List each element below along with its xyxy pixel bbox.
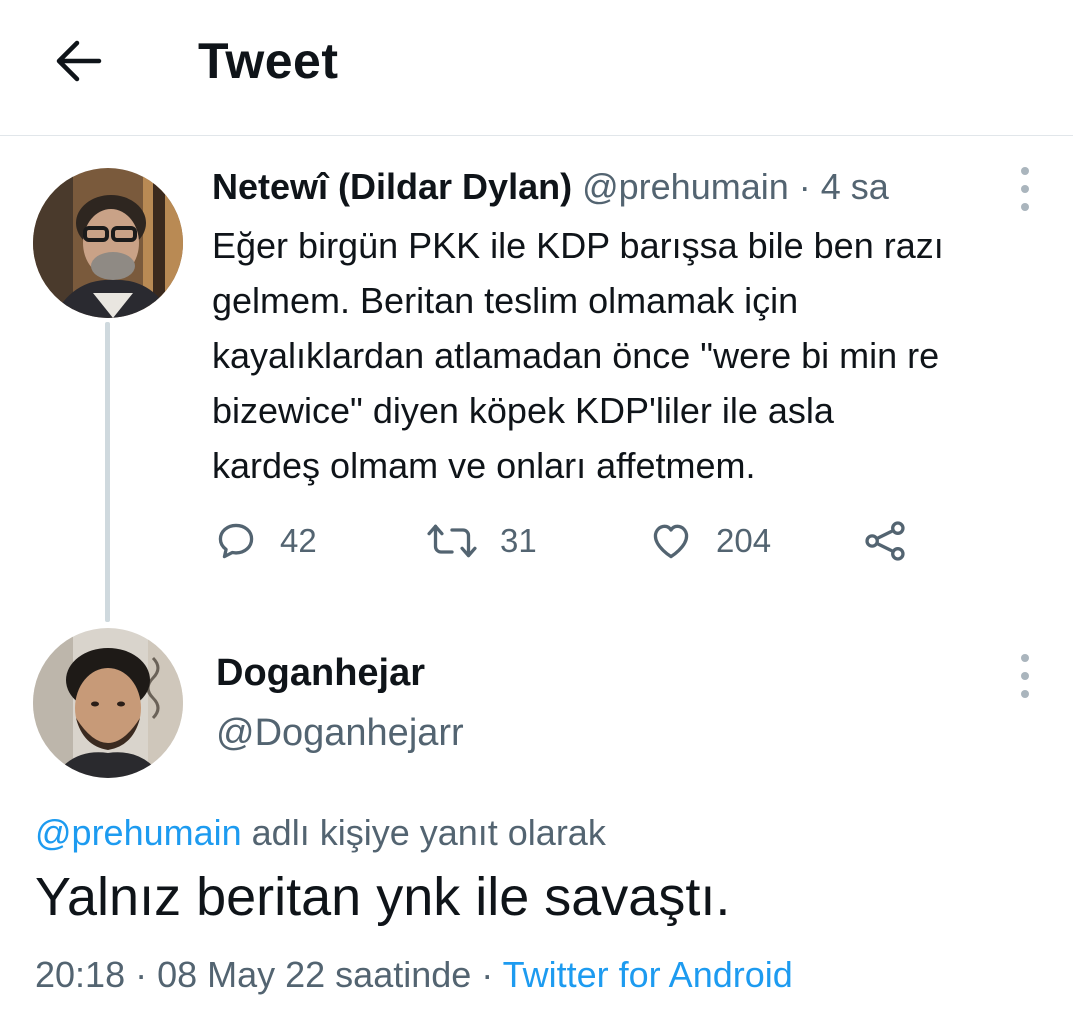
tweet-source-link[interactable]: Twitter for Android [503,954,793,995]
avatar-prehumain[interactable] [33,168,183,318]
reply-count: 42 [280,522,317,559]
reply-more-options-icon[interactable] [1015,654,1035,698]
replying-to-line: @prehumain adlı kişiye yanıt olarak [35,812,606,854]
retweet-icon [427,524,477,558]
parent-separator: · [788,166,821,207]
share-button[interactable] [862,516,908,566]
parent-text-line: bizewice" diyen köpek KDP'liler ile asla [212,390,834,431]
replying-to-suffix: adlı kişiye yanıt olarak [241,812,606,853]
parent-text-line: kayalıklardan atlamadan önce "were bi mi… [212,335,940,376]
thread-connector-line [105,322,110,622]
parent-text-line: gelmem. Beritan teslim olmamak için [212,280,799,321]
parent-tweet-header: Netewî (Dildar Dylan) @prehumain · 4 sa [212,166,889,208]
retweet-button[interactable]: 31 [426,516,537,566]
avatar-doganhejarr[interactable] [33,628,183,778]
share-icon [865,521,905,561]
top-app-bar: Tweet [0,0,1073,136]
parent-handle[interactable]: @prehumain [582,166,789,207]
tweet-timestamp-line: 20:18 · 08 May 22 saatinde · Twitter for… [35,954,793,996]
parent-text-line: Eğer birgün PKK ile KDP barışsa bile ben… [212,225,944,266]
reply-icon [218,523,254,559]
retweet-count: 31 [500,522,537,559]
heart-icon [653,524,689,559]
like-count: 204 [716,522,772,559]
parent-display-name[interactable]: Netewî (Dildar Dylan) [212,166,572,207]
reply-tweet-text: Yalnız beritan ynk ile savaştı. [35,867,731,927]
parent-tweet-text: Eğer birgün PKK ile KDP barışsa bile ben… [212,218,1052,493]
page-title: Tweet [198,33,339,89]
reply-button[interactable]: 42 [214,516,317,566]
tweet-timestamp[interactable]: 20:18 · 08 May 22 saatinde · [35,954,503,995]
replying-to-handle-link[interactable]: @prehumain [35,812,242,853]
back-arrow-icon [56,40,102,82]
parent-time[interactable]: 4 sa [821,166,889,207]
like-button[interactable]: 204 [648,516,771,566]
reply-handle[interactable]: @Doganhejarr [216,712,464,755]
parent-text-line: kardeş olmam ve onları affetmem. [212,445,756,486]
back-button[interactable] [48,34,108,88]
reply-display-name[interactable]: Doganhejar [216,652,425,695]
parent-more-options-icon[interactable] [1015,167,1035,211]
